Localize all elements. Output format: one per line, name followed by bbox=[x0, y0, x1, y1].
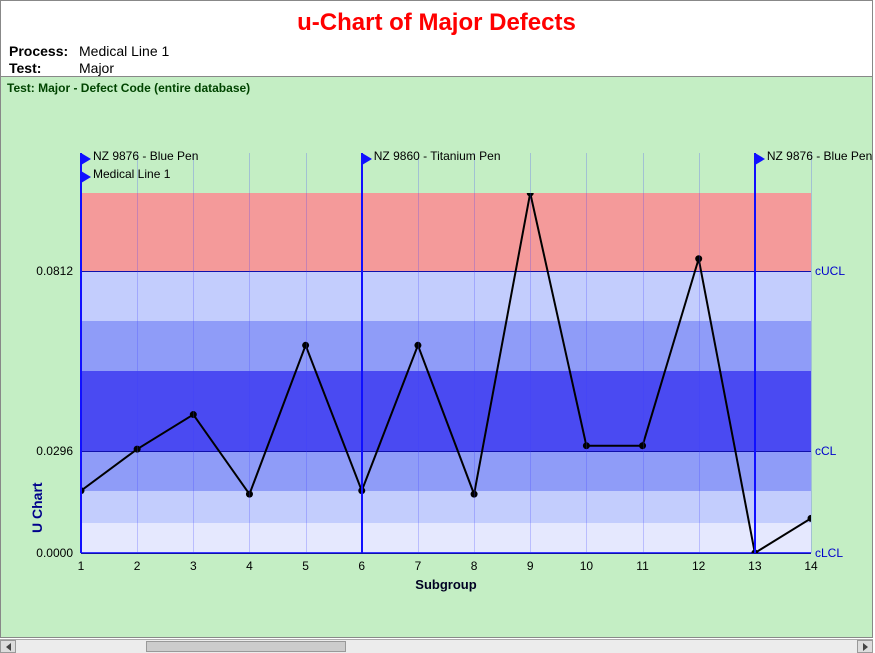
annotation-label: Medical Line 1 bbox=[93, 167, 170, 181]
test-value: Major bbox=[79, 60, 114, 76]
annotation-label: NZ 9876 - Blue Pen bbox=[93, 149, 198, 163]
ucl-label: cUCL bbox=[815, 264, 845, 278]
y-tick-1: 0.0296 bbox=[23, 444, 73, 458]
chart-window: u-Chart of Major Defects Process:Medical… bbox=[0, 0, 873, 638]
data-svg bbox=[81, 193, 811, 553]
chart-header: u-Chart of Major Defects Process:Medical… bbox=[1, 1, 872, 77]
x-tick: 6 bbox=[358, 559, 365, 573]
x-tick: 12 bbox=[692, 559, 705, 573]
grid-v bbox=[193, 153, 194, 553]
grid-v bbox=[474, 153, 475, 553]
annotation-line bbox=[80, 153, 82, 553]
x-tick: 7 bbox=[415, 559, 422, 573]
annotation-marker-icon bbox=[81, 153, 91, 165]
grid-v bbox=[137, 153, 138, 553]
x-tick: 1 bbox=[78, 559, 85, 573]
annotation-marker-icon bbox=[362, 153, 372, 165]
x-tick: 3 bbox=[190, 559, 197, 573]
grid-v bbox=[249, 153, 250, 553]
lcl-line bbox=[81, 553, 811, 554]
y-tick-0: 0.0000 bbox=[23, 546, 73, 560]
x-tick: 4 bbox=[246, 559, 253, 573]
scroll-track[interactable] bbox=[16, 640, 857, 653]
grid-v bbox=[418, 153, 419, 553]
x-tick: 5 bbox=[302, 559, 309, 573]
test-label: Test: bbox=[9, 60, 79, 77]
cl-label: cCL bbox=[815, 444, 836, 458]
annotation-label: NZ 9876 - Blue Pen bbox=[767, 149, 872, 163]
annotation-marker-icon bbox=[81, 171, 91, 183]
x-axis-label: Subgroup bbox=[81, 577, 811, 592]
y-tick-2: 0.0812 bbox=[23, 264, 73, 278]
chart-meta: Process:Medical Line 1 Test:Major bbox=[9, 43, 169, 77]
chart-subtitle: Test: Major - Defect Code (entire databa… bbox=[7, 81, 250, 95]
grid-v bbox=[643, 153, 644, 553]
chevron-right-icon bbox=[863, 643, 868, 651]
chart-body: Test: Major - Defect Code (entire databa… bbox=[1, 77, 872, 637]
x-tick: 14 bbox=[804, 559, 817, 573]
annotation-marker-icon bbox=[755, 153, 765, 165]
grid-v bbox=[811, 153, 812, 553]
data-line bbox=[81, 193, 811, 553]
annotation-label: NZ 9860 - Titanium Pen bbox=[374, 149, 501, 163]
chevron-left-icon bbox=[6, 643, 11, 651]
grid-v bbox=[530, 153, 531, 553]
process-value: Medical Line 1 bbox=[79, 43, 169, 59]
annotation-line bbox=[754, 153, 756, 553]
x-tick: 2 bbox=[134, 559, 141, 573]
annotation-line bbox=[361, 153, 363, 553]
x-tick: 13 bbox=[748, 559, 761, 573]
lcl-label: cLCL bbox=[815, 546, 843, 560]
horizontal-scrollbar[interactable] bbox=[0, 639, 873, 653]
process-label: Process: bbox=[9, 43, 79, 60]
y-axis-label: U Chart bbox=[29, 333, 45, 533]
chart-title: u-Chart of Major Defects bbox=[1, 9, 872, 37]
scroll-right-button[interactable] bbox=[857, 640, 873, 653]
plot-area: U Chart Subgroup 0.0000 0.0296 0.0812 cU… bbox=[81, 193, 811, 553]
grid-v bbox=[306, 153, 307, 553]
grid-v bbox=[699, 153, 700, 553]
x-tick: 10 bbox=[580, 559, 593, 573]
scroll-left-button[interactable] bbox=[0, 640, 16, 653]
x-tick: 9 bbox=[527, 559, 534, 573]
x-tick: 8 bbox=[471, 559, 478, 573]
x-tick: 11 bbox=[636, 559, 648, 573]
grid-v bbox=[586, 153, 587, 553]
scroll-thumb[interactable] bbox=[146, 641, 346, 652]
